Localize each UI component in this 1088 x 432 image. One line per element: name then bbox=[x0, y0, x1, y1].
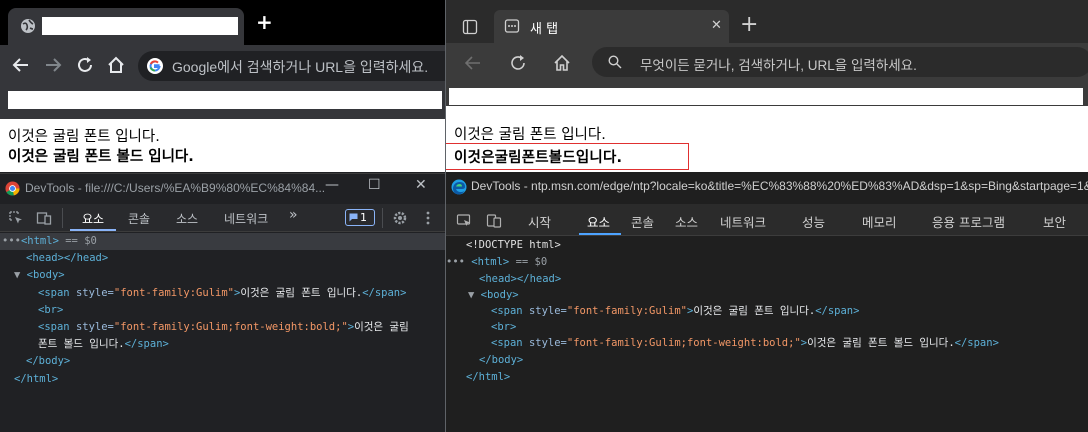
edge-devtools-tabbar: 시작 요소 콘솔 소스 네트워크 성능 메모리 응용 프로그램 보안 bbox=[446, 204, 1088, 236]
dom-line-br[interactable]: <br> bbox=[491, 319, 516, 336]
tab-network[interactable]: 네트워크 bbox=[720, 212, 766, 231]
home-icon[interactable] bbox=[551, 52, 573, 74]
dom-line-span2[interactable]: <span style="font-family:Gulim;font-weig… bbox=[491, 335, 999, 352]
back-arrow-icon[interactable] bbox=[10, 54, 32, 76]
settings-gear-icon[interactable] bbox=[392, 210, 408, 226]
chrome-omnibox[interactable]: Google에서 검색하거나 URL을 입력하세요. bbox=[138, 51, 445, 81]
dom-line-html[interactable]: ••• <html> == $0 bbox=[446, 254, 547, 271]
edge-page-content: 이것은 굴림 폰트 입니다. 이것은굴림폰트볼드입니다. bbox=[446, 106, 1088, 172]
gulim-regular-text: 이것은 굴림 폰트 입니다. bbox=[454, 127, 606, 143]
more-tabs-button[interactable]: » bbox=[289, 207, 298, 223]
dom-line-body[interactable]: ▼ <body> bbox=[14, 267, 65, 284]
more-options-icon[interactable] bbox=[420, 210, 436, 226]
dom-line-body-close[interactable]: </body> bbox=[26, 353, 70, 370]
edge-devtools-titlebar: DevTools - ntp.msn.com/edge/ntp?locale=k… bbox=[446, 172, 1088, 204]
globe-icon bbox=[21, 19, 35, 33]
inspect-element-icon[interactable] bbox=[8, 210, 24, 226]
edge-omnibox-placeholder: 무엇이든 묻거나, 검색하거나, URL을 입력하세요. bbox=[640, 58, 917, 73]
dom-line-body[interactable]: ▼ <body> bbox=[468, 287, 519, 304]
tab-network[interactable]: 네트워크 bbox=[224, 210, 268, 227]
toolbar-divider bbox=[62, 208, 63, 228]
issues-count: 1 bbox=[360, 211, 367, 224]
google-logo-icon bbox=[147, 58, 163, 74]
new-tab-page-icon bbox=[504, 19, 520, 33]
chrome-tab-title-redacted bbox=[42, 17, 238, 35]
tab-welcome[interactable]: 시작 bbox=[528, 212, 551, 231]
home-icon[interactable] bbox=[105, 54, 127, 76]
dom-line-br[interactable]: <br> bbox=[38, 302, 63, 319]
chrome-bookmarks-bar bbox=[0, 87, 445, 119]
tab-close-icon[interactable]: ✕ bbox=[711, 18, 722, 33]
chrome-devtools-tabbar: 요소 콘솔 소스 네트워크 » 1 bbox=[0, 204, 445, 232]
message-icon bbox=[349, 213, 358, 222]
search-icon bbox=[608, 55, 622, 69]
dom-line-head[interactable]: <head></head> bbox=[26, 250, 108, 267]
edge-new-tab-button[interactable]: + bbox=[740, 14, 758, 36]
edge-omnibox[interactable]: 무엇이든 묻거나, 검색하거나, URL을 입력하세요. bbox=[592, 47, 1088, 77]
close-icon[interactable]: ✕ bbox=[415, 177, 427, 193]
edge-devtools-title: DevTools - ntp.msn.com/edge/ntp?locale=k… bbox=[471, 179, 1088, 193]
gulim-bold-text: 이것은 굴림 폰트 볼드 입니다. bbox=[8, 149, 194, 165]
dom-line-head[interactable]: <head></head> bbox=[479, 271, 561, 288]
red-highlight-box bbox=[446, 143, 689, 170]
edge-favorites-bar bbox=[446, 83, 1088, 106]
dom-line-html-close[interactable]: </html> bbox=[466, 369, 510, 386]
back-arrow-icon[interactable] bbox=[462, 52, 484, 74]
chrome-tab-bar: + bbox=[0, 0, 445, 45]
chrome-devtools-titlebar: DevTools - file:///C:/Users/%EA%B9%80%EC… bbox=[0, 173, 445, 204]
dom-line-body-close[interactable]: </body> bbox=[479, 352, 523, 369]
dom-line-span1[interactable]: <span style="font-family:Gulim">이것은 굴림 폰… bbox=[38, 285, 406, 302]
forward-arrow-icon[interactable] bbox=[42, 54, 64, 76]
toolbar-divider bbox=[382, 208, 383, 228]
minimize-icon[interactable]: — bbox=[325, 177, 339, 193]
dom-line-span2[interactable]: <span style="font-family:Gulim;font-weig… bbox=[38, 319, 409, 336]
gulim-regular-text: 이것은 굴림 폰트 입니다. bbox=[8, 129, 160, 145]
edge-tab-title: 새 탭 bbox=[530, 22, 559, 37]
active-tab-underline bbox=[70, 229, 116, 231]
dom-line-html[interactable]: •••<html> == $0 bbox=[2, 233, 97, 250]
chrome-devtools-title: DevTools - file:///C:/Users/%EA%B9%80%EC… bbox=[25, 181, 326, 195]
device-toolbar-icon[interactable] bbox=[36, 210, 52, 226]
edge-window: 새 탭 ✕ + 무엇이든 묻거나, 검색하거나, URL을 입력하세요. 이것은… bbox=[446, 0, 1088, 432]
inspect-element-icon[interactable] bbox=[456, 213, 472, 229]
chrome-new-tab-button[interactable]: + bbox=[256, 12, 273, 32]
dom-line-html-close[interactable]: </html> bbox=[14, 371, 58, 388]
favorites-redacted bbox=[449, 88, 1083, 105]
tab-performance[interactable]: 성능 bbox=[802, 212, 825, 231]
tab-console[interactable]: 콘솔 bbox=[128, 210, 150, 227]
edge-toolbar: 무엇이든 묻거나, 검색하거나, URL을 입력하세요. bbox=[446, 43, 1088, 83]
chrome-logo-icon bbox=[5, 181, 20, 196]
bookmarks-redacted bbox=[8, 91, 442, 109]
chrome-omnibox-placeholder: Google에서 검색하거나 URL을 입력하세요. bbox=[172, 59, 429, 75]
reload-icon[interactable] bbox=[507, 52, 529, 74]
tab-security[interactable]: 보안 bbox=[1043, 212, 1066, 231]
device-emulation-icon[interactable] bbox=[486, 213, 502, 229]
chrome-window: + Google에서 검색하거나 URL을 입력하세요. 이것은 굴림 폰트 입… bbox=[0, 0, 445, 432]
tab-actions-icon[interactable] bbox=[462, 19, 478, 35]
tab-elements[interactable]: 요소 bbox=[82, 210, 104, 227]
chrome-tab[interactable] bbox=[8, 8, 244, 45]
edge-tab-bar: 새 탭 ✕ + bbox=[446, 0, 1088, 43]
dom-line-span2-cont[interactable]: 폰트 볼드 입니다.</span> bbox=[38, 336, 169, 353]
tab-application[interactable]: 응용 프로그램 bbox=[932, 212, 1005, 231]
tab-sources[interactable]: 소스 bbox=[176, 210, 198, 227]
dom-line-doctype[interactable]: <!DOCTYPE html> bbox=[466, 237, 561, 254]
tab-sources[interactable]: 소스 bbox=[675, 212, 698, 231]
issues-badge[interactable]: 1 bbox=[345, 209, 375, 226]
tab-elements[interactable]: 요소 bbox=[587, 212, 610, 231]
reload-icon[interactable] bbox=[74, 54, 96, 76]
chrome-page-content: 이것은 굴림 폰트 입니다. 이것은 굴림 폰트 볼드 입니다. bbox=[0, 119, 445, 172]
maximize-icon[interactable]: ☐ bbox=[368, 177, 381, 193]
edge-logo-icon bbox=[451, 179, 467, 195]
active-tab-underline bbox=[579, 233, 621, 235]
tab-console[interactable]: 콘솔 bbox=[631, 212, 654, 231]
tab-memory[interactable]: 메모리 bbox=[862, 212, 897, 231]
chrome-toolbar: Google에서 검색하거나 URL을 입력하세요. bbox=[0, 45, 445, 87]
edge-tab[interactable]: 새 탭 ✕ bbox=[494, 10, 729, 43]
dom-line-span1[interactable]: <span style="font-family:Gulim">이것은 굴림 폰… bbox=[491, 303, 859, 320]
